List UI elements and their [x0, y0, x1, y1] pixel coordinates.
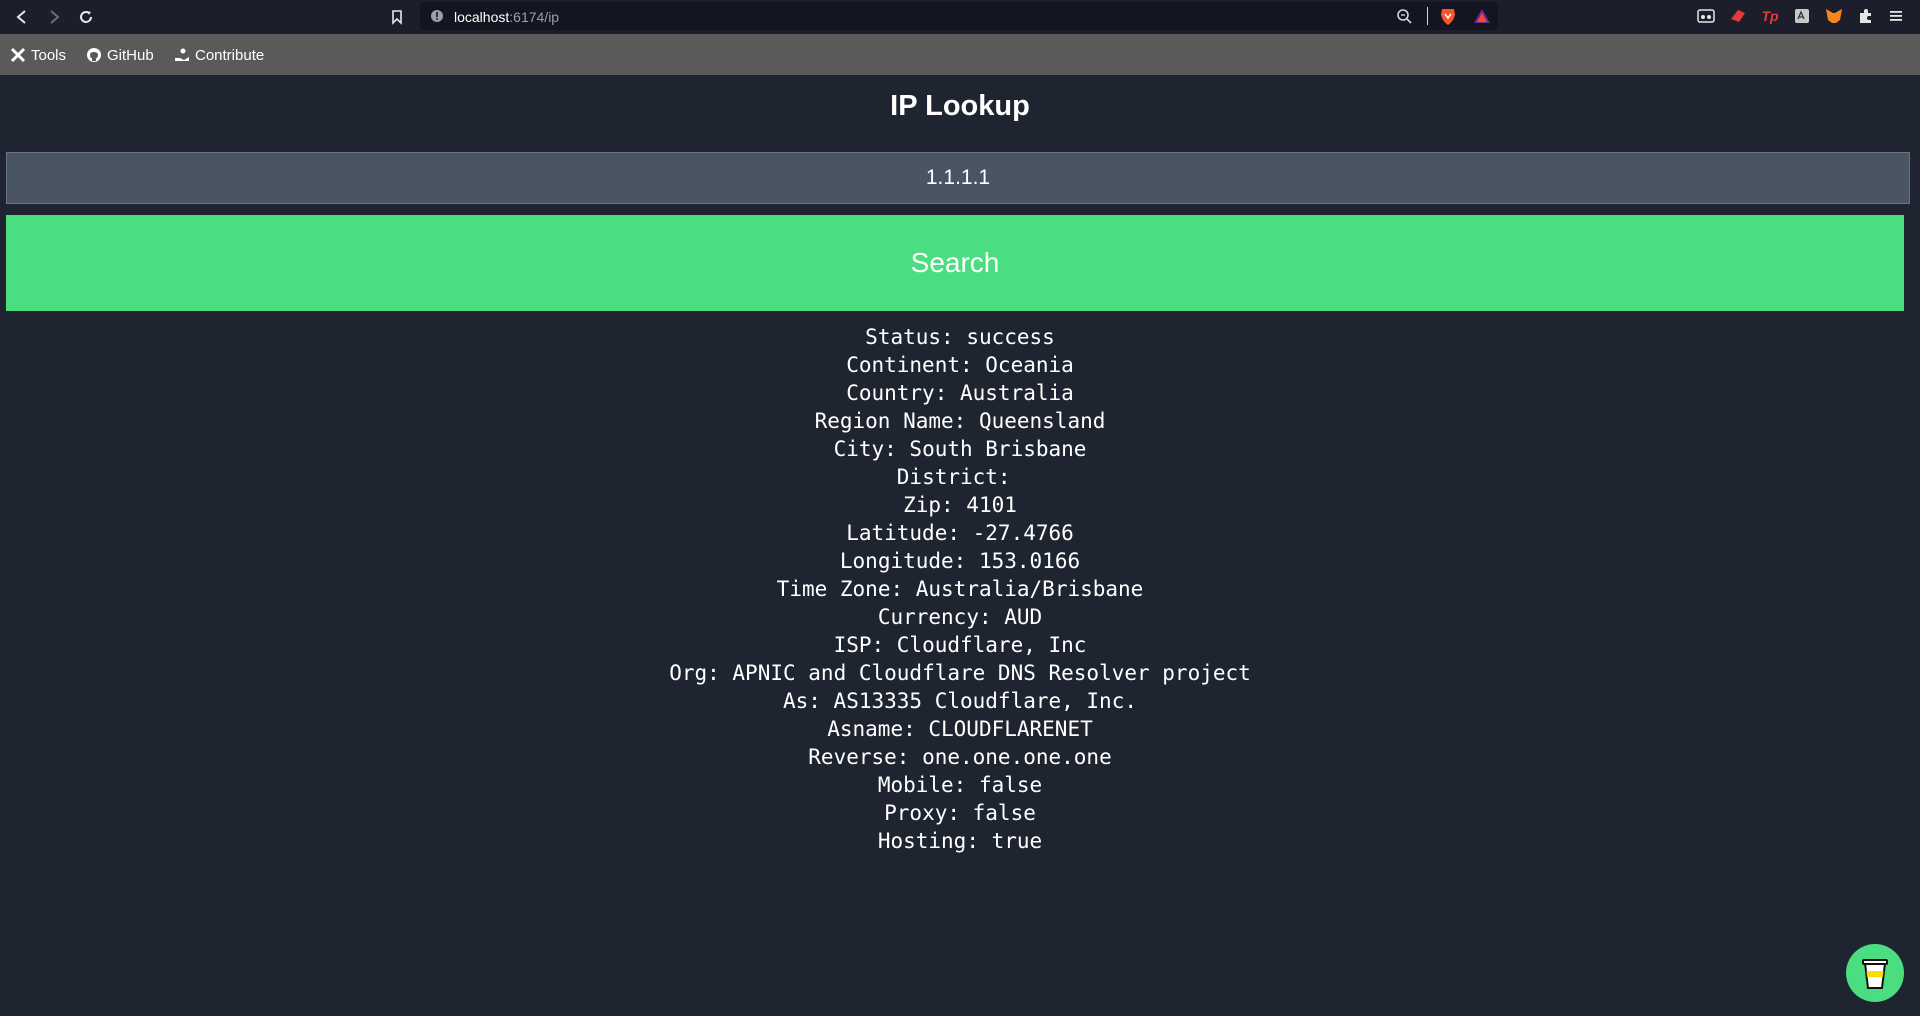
result-zip: Zip: 4101: [903, 493, 1017, 517]
extension-metamask-icon[interactable]: [1824, 6, 1844, 26]
address-bar[interactable]: localhost:6174/ip: [420, 2, 1498, 30]
reload-icon[interactable]: [73, 4, 99, 30]
extension-glasses-icon[interactable]: [1696, 6, 1716, 26]
bookmark-github[interactable]: GitHub: [86, 44, 154, 66]
bookmark-page-icon[interactable]: [384, 4, 410, 30]
page-title: IP Lookup: [890, 90, 1030, 122]
ip-input[interactable]: [6, 152, 1910, 204]
coffee-cup-icon: [1862, 959, 1888, 989]
back-icon[interactable]: [9, 4, 35, 30]
menu-icon[interactable]: [1886, 6, 1906, 26]
result-proxy: Proxy: false: [884, 801, 1036, 825]
results-list: Status: success Continent: Oceania Count…: [0, 323, 1920, 855]
result-latitude: Latitude: -27.4766: [846, 521, 1074, 545]
brave-rewards-icon[interactable]: [1473, 7, 1491, 30]
brave-shields-icon[interactable]: [1439, 6, 1457, 31]
result-reverse: Reverse: one.one.one.one: [808, 745, 1112, 769]
result-continent: Continent: Oceania: [846, 353, 1074, 377]
result-asname: Asname: CLOUDFLARENET: [827, 717, 1093, 741]
forward-icon[interactable]: [41, 4, 67, 30]
bookmark-tools-label: Tools: [31, 46, 67, 64]
extension-red-icon[interactable]: [1728, 6, 1748, 26]
browser-toolbar: localhost:6174/ip Tp: [0, 0, 1920, 34]
extension-translate-icon[interactable]: [1792, 6, 1812, 26]
contribute-icon: [175, 48, 189, 61]
result-country: Country: Australia: [846, 381, 1074, 405]
result-status: Status: success: [865, 325, 1055, 349]
result-region-name: Region Name: Queensland: [814, 409, 1106, 433]
zoom-icon[interactable]: [1396, 8, 1412, 29]
buy-me-a-coffee-button[interactable]: [1846, 944, 1904, 1002]
bookmark-tools[interactable]: Tools: [10, 44, 66, 66]
result-as: As: AS13335 Cloudflare, Inc.: [782, 689, 1137, 713]
github-icon: [87, 48, 101, 62]
result-currency: Currency: AUD: [877, 605, 1043, 629]
result-hosting: Hosting: true: [877, 829, 1043, 853]
result-longitude: Longitude: 153.0166: [839, 549, 1081, 573]
bookmark-contribute-label: Contribute: [195, 46, 265, 64]
result-city: City: South Brisbane: [833, 437, 1087, 461]
tools-icon: [10, 47, 26, 63]
result-mobile: Mobile: false: [877, 773, 1043, 797]
result-district: District:: [896, 465, 1024, 489]
extension-tp-icon[interactable]: Tp: [1760, 6, 1780, 26]
bookmarks-bar: Tools GitHub Contribute: [0, 34, 1920, 75]
result-isp: ISP: Cloudflare, Inc: [833, 633, 1087, 657]
url-host: localhost: [454, 9, 510, 25]
bookmark-github-label: GitHub: [107, 46, 154, 64]
url-path: :6174/ip: [509, 9, 560, 25]
site-info-icon[interactable]: [430, 9, 444, 28]
result-time-zone: Time Zone: Australia/Brisbane: [776, 577, 1144, 601]
url-text: localhost:6174/ip: [454, 9, 559, 25]
bookmark-contribute[interactable]: Contribute: [174, 44, 264, 66]
divider: [1427, 7, 1428, 25]
search-button[interactable]: Search: [6, 215, 1904, 311]
result-org: Org: APNIC and Cloudflare DNS Resolver p…: [669, 661, 1251, 685]
extensions-puzzle-icon[interactable]: [1856, 6, 1876, 26]
